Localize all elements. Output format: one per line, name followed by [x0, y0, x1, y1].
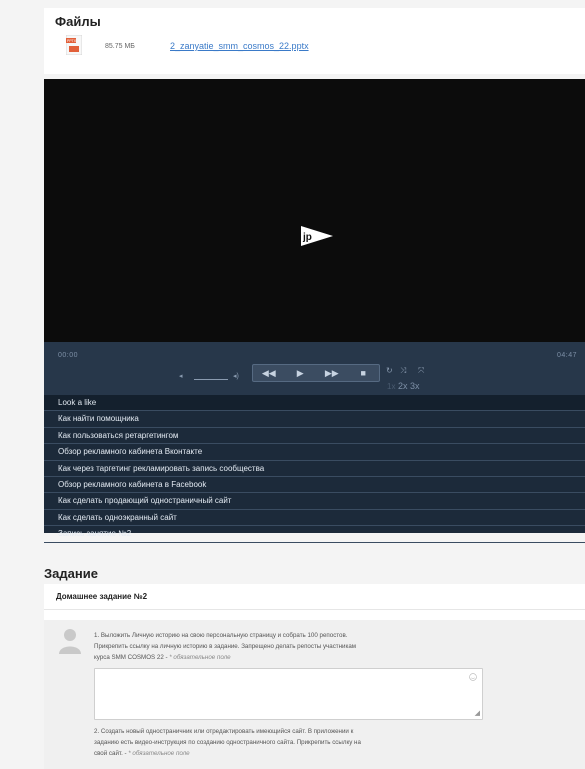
speed-selector[interactable]: 1x 2x 3x — [387, 381, 420, 391]
svg-text:PPTX: PPTX — [67, 39, 77, 43]
shuffle-icon[interactable]: ⤨ — [400, 366, 406, 376]
speed-3x[interactable]: 3x — [410, 381, 420, 391]
emoji-icon[interactable] — [469, 673, 477, 681]
question-1-text: 1. Выложить Личную историю на свою персо… — [94, 632, 357, 661]
speed-1x[interactable]: 1x — [387, 382, 395, 391]
homework-card: Домашнее задание №2 1. Выложить Личную и… — [44, 584, 585, 769]
required-note: * обязательное поле — [128, 750, 190, 757]
fast-forward-icon[interactable]: ▶▶ — [321, 366, 343, 380]
divider — [44, 609, 585, 610]
playlist-item[interactable]: Как сделать одноэкранный сайт — [44, 510, 585, 527]
video-player: jp 00:00 04:47 ◂ ◂) ◀◀ ▶ ▶▶ ■ ↻ ⤨ ⤧ 1x 2… — [44, 79, 585, 543]
resize-handle-icon[interactable]: ◢ — [475, 709, 480, 717]
playlist-item[interactable]: Обзор рекламного кабинета в Facebook — [44, 477, 585, 494]
homework-title: Домашнее задание №2 — [56, 592, 148, 601]
video-screen[interactable]: jp — [44, 79, 585, 342]
fullscreen-icon[interactable]: ⤧ — [418, 366, 424, 376]
total-time: 04:47 — [556, 352, 577, 359]
pptx-file-icon: PPTX — [66, 35, 82, 55]
jp-play-logo-icon[interactable]: jp — [299, 223, 335, 249]
player-controls: 00:00 04:47 ◂ ◂) ◀◀ ▶ ▶▶ ■ ↻ ⤨ ⤧ 1x 2x 3… — [44, 342, 585, 395]
question-2-text: 2. Создать новый одностраничник или отре… — [94, 728, 361, 757]
required-note: * обязательное поле — [169, 654, 231, 661]
task-title: Задание — [44, 566, 98, 581]
playback-button-group: ◀◀ ▶ ▶▶ ■ — [252, 364, 380, 382]
playlist: Look a like Как найти помощника Как поль… — [44, 395, 585, 543]
speed-2x[interactable]: 2x — [398, 381, 408, 391]
homework-body: 1. Выложить Личную историю на свою персо… — [44, 620, 585, 769]
files-title: Файлы — [55, 14, 101, 29]
answer-textarea[interactable]: ◢ — [94, 668, 483, 720]
volume-mute-icon[interactable]: ◂ — [179, 372, 183, 380]
stop-icon[interactable]: ■ — [352, 366, 374, 380]
rewind-icon[interactable]: ◀◀ — [258, 366, 280, 380]
file-size: 85.75 МБ — [105, 43, 135, 50]
svg-text:jp: jp — [302, 232, 312, 243]
files-section: Файлы PPTX 85.75 МБ 2_zanyatie_smm_cosmo… — [44, 8, 585, 74]
playlist-item[interactable]: Как пользоваться ретаргетингом — [44, 428, 585, 445]
volume-slider[interactable] — [194, 379, 228, 380]
playlist-item[interactable]: Запись занятие №2 — [44, 526, 585, 543]
playlist-item[interactable]: Как через таргетинг рекламировать запись… — [44, 461, 585, 477]
file-download-link[interactable]: 2_zanyatie_smm_cosmos_22.pptx — [170, 41, 309, 51]
repeat-icon[interactable]: ↻ — [386, 366, 393, 375]
play-icon[interactable]: ▶ — [289, 366, 311, 380]
playlist-item[interactable]: Как найти помощника — [44, 411, 585, 428]
user-avatar-icon — [59, 629, 81, 654]
playlist-item[interactable]: Как сделать продающий одностраничный сай… — [44, 493, 585, 510]
playlist-item[interactable]: Look a like — [44, 395, 585, 412]
volume-max-icon[interactable]: ◂) — [233, 372, 239, 380]
current-time: 00:00 — [58, 352, 79, 359]
playlist-item[interactable]: Обзор рекламного кабинета Вконтакте — [44, 444, 585, 461]
